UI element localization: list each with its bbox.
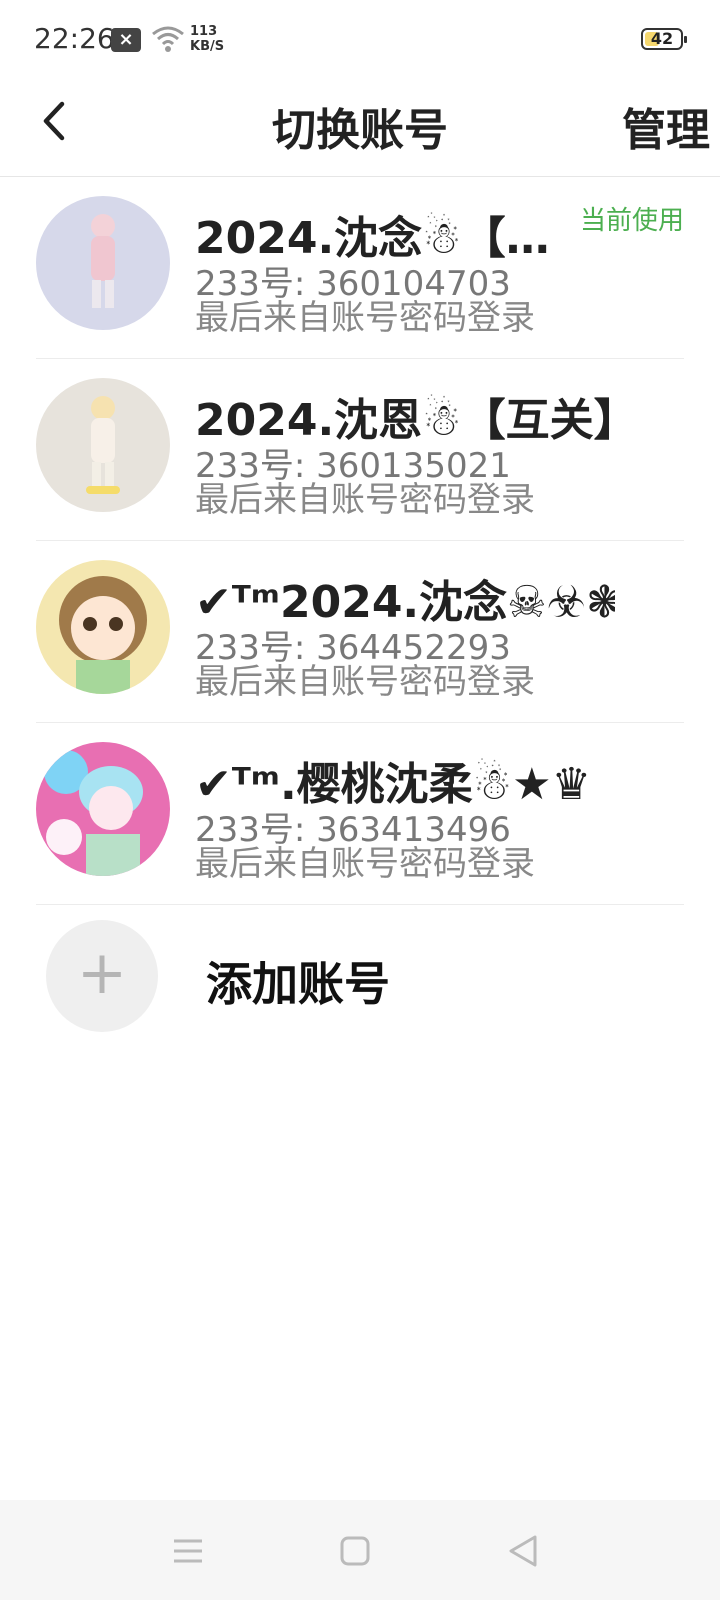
page-title: 切换账号 — [272, 105, 448, 156]
account-item[interactable]: 2024.沈念☃【… 当前使用 233号: 360104703 最后来自账号密码… — [36, 176, 684, 359]
add-account-button[interactable]: + 添加账号 — [0, 920, 720, 1050]
home-square-icon[interactable] — [337, 1533, 373, 1569]
status-time: 22:26 — [34, 22, 115, 55]
avatar — [36, 742, 170, 876]
account-login-source: 最后来自账号密码登录 — [195, 480, 535, 520]
account-login-source: 最后来自账号密码登录 — [195, 298, 535, 338]
system-nav-bar — [0, 1500, 720, 1600]
account-item[interactable]: ✔ᵀᵐ.樱桃沈柔☃★♛ 233号: 363413496 最后来自账号密码登录 — [36, 722, 684, 905]
add-account-label: 添加账号 — [206, 957, 390, 1011]
battery-icon: 42 — [641, 28, 687, 50]
manage-button[interactable]: 管理 — [622, 94, 710, 158]
menu-icon[interactable] — [170, 1533, 206, 1569]
battery-nub — [684, 36, 687, 43]
account-login-source: 最后来自账号密码登录 — [195, 662, 535, 702]
account-item[interactable]: ✔ᵀᵐ2024.沈念☠☣❃ 233号: 364452293 最后来自账号密码登录 — [36, 540, 684, 723]
avatar — [36, 196, 170, 330]
back-triangle-icon[interactable] — [505, 1533, 541, 1569]
account-login-source: 最后来自账号密码登录 — [195, 844, 535, 884]
network-speed: 113 KB/S — [190, 24, 224, 54]
battery-level: 42 — [650, 29, 674, 48]
header: 切换账号 管理 — [0, 80, 720, 177]
avatar — [36, 560, 170, 694]
status-bar: 22:26 × 113 KB/S 42 — [0, 0, 720, 80]
avatar-image — [36, 742, 170, 876]
avatar-image — [36, 196, 170, 330]
wifi-icon — [152, 26, 184, 52]
network-speed-unit: KB/S — [190, 39, 225, 54]
avatar-image — [36, 560, 170, 694]
avatar — [36, 378, 170, 512]
current-use-badge: 当前使用 — [579, 206, 684, 236]
avatar-image — [36, 378, 170, 512]
x-badge-icon: × — [111, 28, 141, 52]
network-speed-value: 113 — [190, 24, 218, 39]
account-item[interactable]: 2024.沈恩☃【互关】 233号: 360135021 最后来自账号密码登录 — [36, 358, 684, 541]
add-icon: + — [46, 920, 158, 1032]
